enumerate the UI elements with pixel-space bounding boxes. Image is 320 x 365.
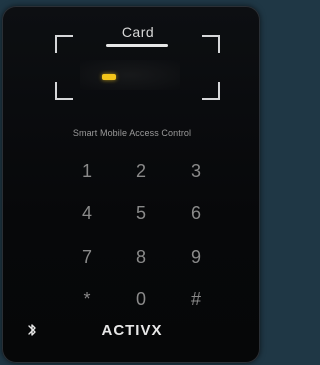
key-hash[interactable]: # <box>176 286 216 312</box>
card-slot-line <box>106 44 168 47</box>
key-9[interactable]: 9 <box>176 244 216 270</box>
card-frame-corner-top-right <box>202 35 220 53</box>
card-frame-corner-bottom-right <box>202 82 220 100</box>
key-4[interactable]: 4 <box>67 200 107 226</box>
activx-logo: ACTIVX <box>101 322 163 339</box>
key-star[interactable]: * <box>67 286 107 312</box>
key-3[interactable]: 3 <box>176 158 216 184</box>
key-1[interactable]: 1 <box>67 158 107 184</box>
key-2[interactable]: 2 <box>121 158 161 184</box>
card-frame-corner-bottom-left <box>55 82 73 100</box>
key-5[interactable]: 5 <box>121 200 161 226</box>
key-0[interactable]: 0 <box>121 286 161 312</box>
card-frame-corner-top-left <box>55 35 73 53</box>
card-label: Card <box>121 24 155 40</box>
key-7[interactable]: 7 <box>67 244 107 270</box>
device-title: Smart Mobile Access Control <box>72 128 192 138</box>
card-reader-area <box>80 60 180 90</box>
key-6[interactable]: 6 <box>176 200 216 226</box>
status-led <box>102 74 116 80</box>
key-8[interactable]: 8 <box>121 244 161 270</box>
